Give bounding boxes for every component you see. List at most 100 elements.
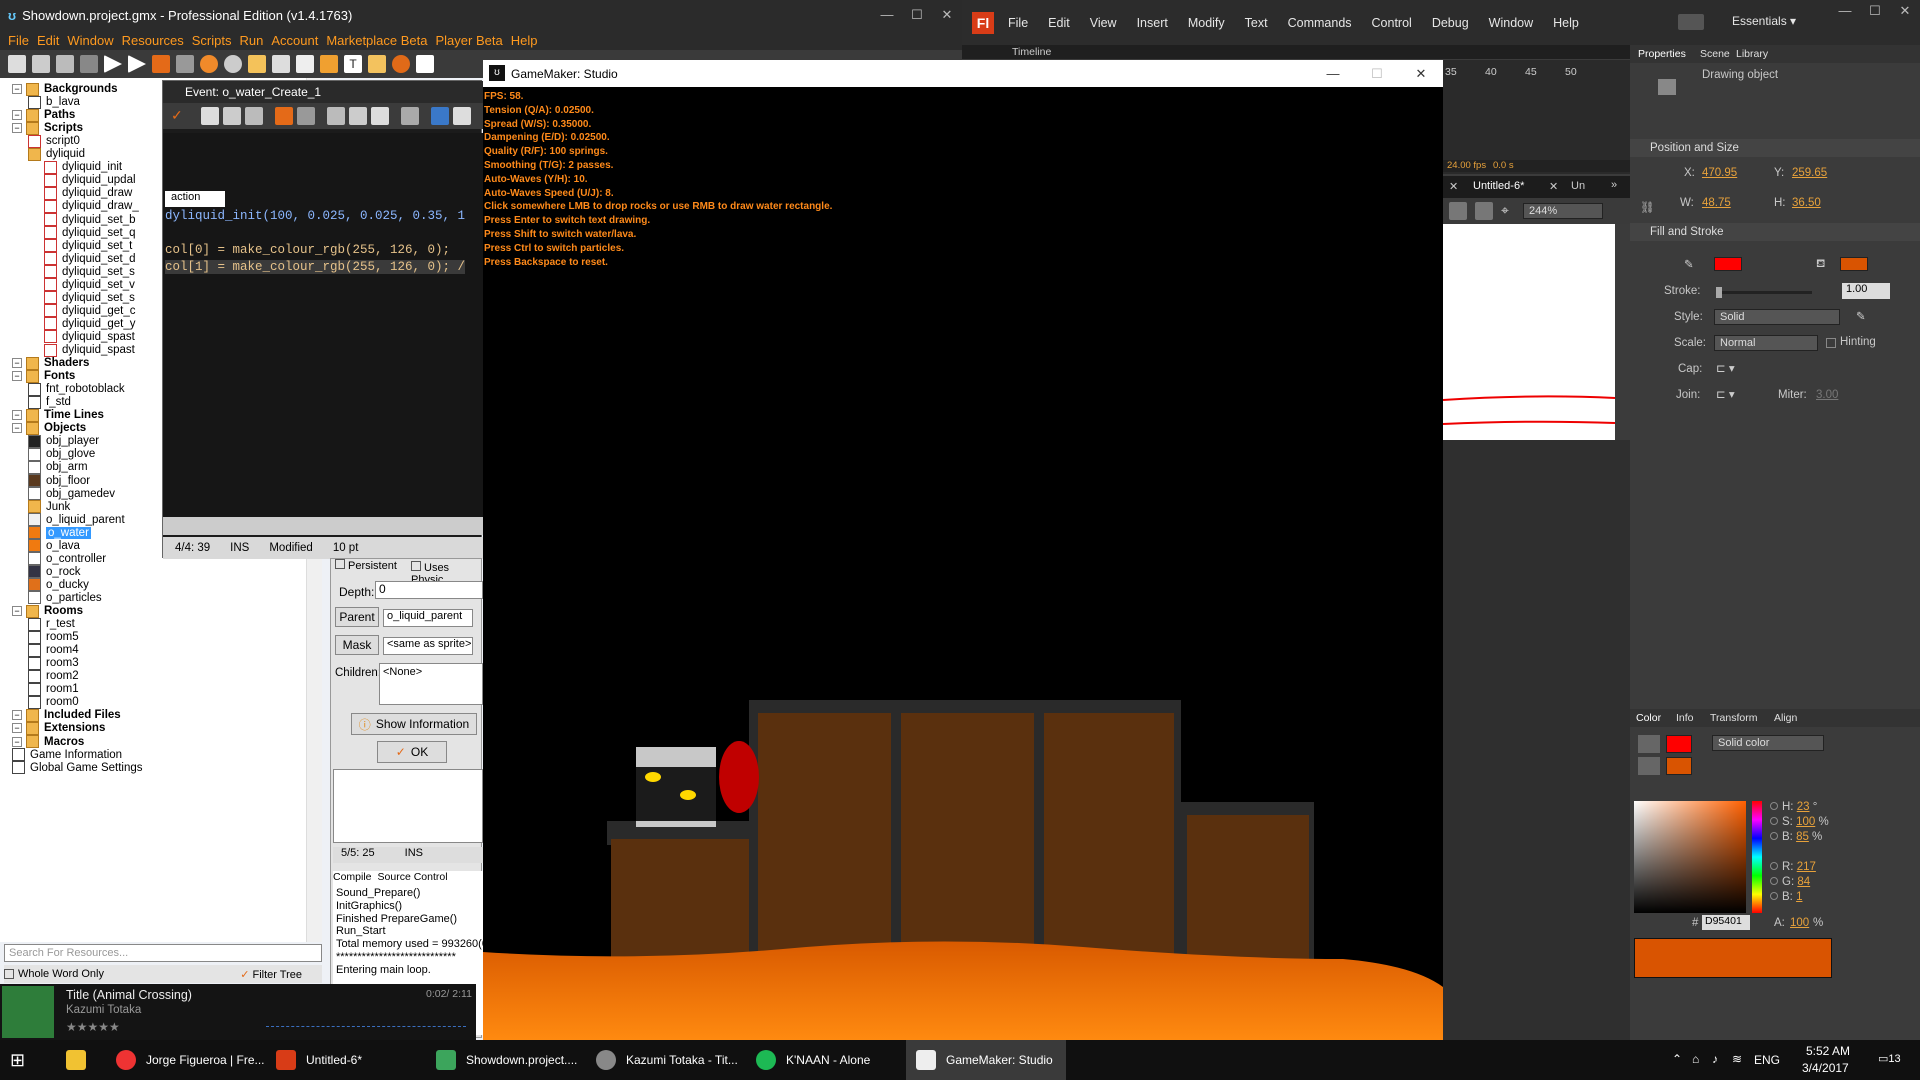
maximize-icon[interactable]: ☐ — [902, 0, 932, 30]
rgb-row[interactable]: B: 1 — [1770, 891, 1802, 903]
tray-volume-icon[interactable]: ♪ — [1712, 1052, 1718, 1066]
expand-icon[interactable]: − — [12, 371, 22, 382]
game-close-icon[interactable]: ✕ — [1399, 60, 1443, 87]
flash-menu-modify[interactable]: Modify — [1188, 16, 1225, 30]
rgb-value[interactable]: 84 — [1797, 876, 1810, 888]
taskbar-item-spotify[interactable]: K'NAAN - Alone — [746, 1040, 906, 1080]
fps-readout[interactable]: 24.00 fps — [1447, 160, 1486, 171]
menu-player-beta[interactable]: Player Beta — [436, 33, 503, 48]
code-area[interactable]: action dyliquid_init(100, 0.025, 0.025, … — [163, 133, 483, 535]
flash-menu-file[interactable]: File — [1008, 16, 1028, 30]
timeline-icon[interactable] — [368, 55, 386, 73]
tab-properties[interactable]: Properties — [1638, 48, 1686, 60]
color-picker-field[interactable] — [1634, 801, 1746, 913]
tab-transform[interactable]: Transform — [1710, 712, 1757, 724]
new-icon[interactable] — [8, 55, 26, 73]
paste-icon[interactable] — [371, 107, 389, 125]
link-icon[interactable]: ⛓ — [1640, 200, 1655, 214]
menu-account[interactable]: Account — [271, 33, 318, 48]
hsb-row[interactable]: B: 85 % — [1770, 831, 1822, 843]
tab-align[interactable]: Align — [1774, 712, 1797, 724]
clean-icon[interactable] — [176, 55, 194, 73]
screen-icon[interactable] — [453, 107, 471, 125]
stroke-slider[interactable] — [1716, 287, 1812, 298]
save-icon[interactable] — [56, 55, 74, 73]
track-progress[interactable] — [266, 1026, 466, 1028]
hsb-row[interactable]: S: 100 % — [1770, 816, 1829, 828]
clock-time[interactable]: 5:52 AM — [1806, 1044, 1850, 1058]
file-explorer-button[interactable] — [56, 1040, 104, 1080]
tray-wifi-icon[interactable]: ≋ — [1732, 1052, 1742, 1066]
copy-icon[interactable] — [349, 107, 367, 125]
tab-scene[interactable]: Scene — [1700, 48, 1730, 60]
tree-item[interactable]: Global Game Settings — [12, 760, 143, 776]
print-icon[interactable] — [245, 107, 263, 125]
center-stage-icon[interactable]: ⌖ — [1501, 202, 1509, 219]
find-icon[interactable] — [401, 107, 419, 125]
flash-menu-debug[interactable]: Debug — [1432, 16, 1469, 30]
tab-color[interactable]: Color — [1636, 712, 1661, 724]
filter-tree-checkbox[interactable]: ✓ Filter Tree — [240, 968, 302, 981]
flash-menu-window[interactable]: Window — [1489, 16, 1533, 30]
style-select[interactable]: Solid — [1714, 309, 1840, 325]
persistent-checkbox[interactable]: Persistent — [335, 559, 397, 572]
hue-slider[interactable] — [1752, 801, 1762, 913]
menu-help[interactable]: Help — [511, 33, 538, 48]
sound-icon[interactable] — [224, 55, 242, 73]
fill-color-chip[interactable] — [1666, 757, 1692, 775]
fill-color-icon[interactable] — [1638, 757, 1660, 775]
parent-field[interactable]: o_liquid_parent — [383, 609, 473, 627]
ok-button[interactable]: ✓ OK — [377, 741, 447, 763]
join-select[interactable]: ⊏ ▾ — [1716, 387, 1735, 401]
hsb-row[interactable]: H: 23 ° — [1770, 801, 1817, 813]
position-size-section[interactable]: Position and Size — [1630, 139, 1920, 157]
close-icon[interactable]: ✕ — [932, 0, 962, 30]
stroke-color-swatch[interactable] — [1714, 257, 1742, 271]
sprite-icon[interactable] — [200, 55, 218, 73]
expand-icon[interactable]: − — [12, 606, 22, 616]
stroke-color-chip[interactable] — [1666, 735, 1692, 753]
taskbar-item-music[interactable]: Kazumi Totaka - Tit... — [586, 1040, 746, 1080]
children-list[interactable]: <None> — [379, 663, 483, 705]
tab-source-control[interactable]: Source Control — [378, 871, 448, 885]
background-icon[interactable] — [248, 55, 266, 73]
h-value[interactable]: 36.50 — [1792, 197, 1821, 209]
mask-button[interactable]: Mask — [335, 635, 379, 655]
run-icon[interactable] — [104, 55, 122, 73]
stroke-width-input[interactable]: 1.00 — [1842, 283, 1890, 299]
tray-chevron-icon[interactable]: ⌃ — [1672, 1052, 1682, 1066]
rgb-row[interactable]: G: 84 — [1770, 876, 1810, 888]
save-file-icon[interactable] — [223, 107, 241, 125]
expand-icon[interactable]: − — [12, 723, 22, 734]
close-tab-icon[interactable]: ✕ — [1549, 180, 1558, 193]
shader-icon[interactable] — [320, 55, 338, 73]
taskbar-item-game[interactable]: GameMaker: Studio — [906, 1040, 1066, 1080]
stroke-color-icon[interactable] — [1638, 735, 1660, 753]
open-icon[interactable] — [32, 55, 50, 73]
mask-field[interactable]: <same as sprite> — [383, 637, 473, 655]
menu-scripts[interactable]: Scripts — [192, 33, 232, 48]
zoom-select[interactable]: 244% — [1523, 203, 1603, 219]
export-icon[interactable] — [80, 55, 98, 73]
open-file-icon[interactable] — [201, 107, 219, 125]
language-indicator[interactable]: ENG — [1754, 1053, 1780, 1067]
show-information-button[interactable]: ⓘ Show Information — [351, 713, 477, 735]
menu-marketplace-beta[interactable]: Marketplace Beta — [326, 33, 427, 48]
tab-action[interactable]: action — [165, 191, 225, 207]
taskbar-item-gamemaker[interactable]: Showdown.project.... — [426, 1040, 586, 1080]
workspace-switcher[interactable]: Essentials ▾ — [1732, 14, 1796, 28]
start-button[interactable]: ⊞ — [0, 1040, 46, 1080]
y-value[interactable]: 259.65 — [1792, 167, 1827, 179]
expand-icon[interactable]: − — [12, 410, 22, 421]
expand-icon[interactable]: − — [12, 423, 22, 434]
close-tab-icon[interactable]: ✕ — [1449, 180, 1458, 193]
menu-run[interactable]: Run — [239, 33, 263, 48]
room-icon[interactable] — [416, 55, 434, 73]
hsb-value[interactable]: 85 — [1796, 831, 1809, 843]
stop-icon[interactable] — [152, 55, 170, 73]
path-icon[interactable] — [272, 55, 290, 73]
stage-pasteboard[interactable] — [1443, 440, 1630, 1040]
stroke-slider-handle[interactable] — [1716, 287, 1722, 298]
expand-icon[interactable]: − — [12, 710, 22, 721]
fill-color-swatch[interactable] — [1840, 257, 1868, 271]
